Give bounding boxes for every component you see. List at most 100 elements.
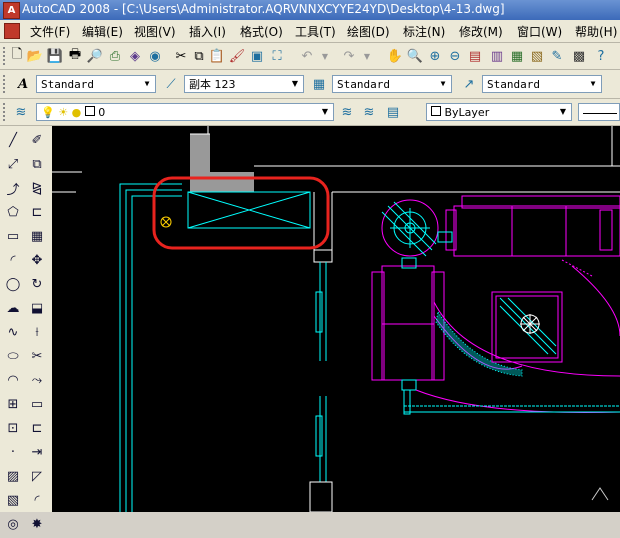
pan-icon[interactable]: ✋ (386, 47, 404, 65)
help-icon[interactable]: ? (592, 47, 610, 65)
menu-modify[interactable]: 修改(M) (459, 23, 503, 40)
layer-states-icon[interactable]: ▤ (384, 103, 402, 121)
rectangle-icon[interactable]: ▭ (2, 226, 24, 246)
zoom-previous-icon[interactable]: ⊖ (446, 47, 464, 65)
layer-manager-icon[interactable]: ≋ (12, 103, 30, 121)
chevron-down-icon: ▼ (440, 79, 446, 88)
design-center-icon[interactable]: ▥ (488, 47, 506, 65)
spline-icon[interactable]: ∿ (2, 322, 24, 342)
chamfer-icon[interactable]: ◸ (26, 466, 48, 486)
menu-file[interactable]: 文件(F) (30, 23, 70, 40)
menu-window[interactable]: 窗口(W) (517, 23, 562, 40)
break-icon[interactable]: ⊏ (26, 418, 48, 438)
paste-icon[interactable]: 📋 (208, 47, 226, 65)
publish-icon[interactable]: ⎙ (106, 47, 124, 65)
mirror-icon[interactable]: ⧎ (26, 178, 48, 198)
line-icon[interactable]: ╱ (2, 130, 24, 150)
cut-icon[interactable]: ✂ (172, 47, 190, 65)
ellipse-arc-icon[interactable]: ◠ (2, 370, 24, 390)
autocad-app-icon[interactable]: A (3, 2, 20, 19)
undo-icon[interactable]: ↶ (298, 47, 316, 65)
layer-color-swatch (84, 106, 95, 116)
trim-icon[interactable]: ✂ (26, 346, 48, 366)
multileader-style-select[interactable]: Standard ▼ (482, 75, 602, 93)
insert-block-icon[interactable]: ⊞ (2, 394, 24, 414)
text-style-select[interactable]: Standard ▼ (36, 75, 156, 93)
new-icon[interactable]: 🗋 (8, 47, 26, 65)
menu-view[interactable]: 视图(V) (134, 23, 176, 40)
fillet-icon[interactable]: ◜ (26, 490, 48, 510)
layer-previous-icon[interactable]: ≋ (360, 103, 378, 121)
move-icon[interactable]: ✥ (26, 250, 48, 270)
open-icon[interactable]: 📂 (26, 47, 44, 65)
make-block-icon[interactable]: ⊡ (2, 418, 24, 438)
construction-line-icon[interactable]: ⤢ (2, 154, 24, 174)
zoom-window-icon[interactable]: ⊕ (426, 47, 444, 65)
make-current-layer-icon[interactable]: ≋ (338, 103, 356, 121)
menu-edit[interactable]: 编辑(E) (82, 23, 123, 40)
join-icon[interactable]: ⇥ (26, 442, 48, 462)
menu-help[interactable]: 帮助(H) (575, 23, 617, 40)
rotate-icon[interactable]: ↻ (26, 274, 48, 294)
polyline-icon[interactable]: ⤴ (2, 178, 24, 198)
menu-insert[interactable]: 插入(I) (189, 23, 226, 40)
document-icon[interactable] (4, 23, 20, 39)
menu-dimension[interactable]: 标注(N) (403, 23, 445, 40)
scale-icon[interactable]: ⬓ (26, 298, 48, 318)
title-bar: A AutoCAD 2008 - [C:\Users\Administrator… (0, 0, 620, 20)
point-icon[interactable]: · (2, 442, 24, 462)
erase-icon[interactable]: ✐ (26, 130, 48, 150)
multileader-style-icon[interactable]: ↗ (460, 75, 478, 93)
offset-icon[interactable]: ⊏ (26, 202, 48, 222)
redo-icon[interactable]: ↷ (340, 47, 358, 65)
lineweight-icon[interactable]: ⛶ (268, 47, 286, 65)
markup-icon[interactable]: ✎ (548, 47, 566, 65)
properties-icon[interactable]: ▤ (466, 47, 484, 65)
quickcalc-icon[interactable]: ▩ (570, 47, 588, 65)
hatch-icon[interactable]: ▨ (2, 466, 24, 486)
wall-line (125, 189, 182, 512)
current-layer-name: 0 (98, 106, 106, 119)
menu-draw[interactable]: 绘图(D) (347, 23, 390, 40)
3d-dwf-icon[interactable]: ◈ (126, 47, 144, 65)
color-select[interactable]: ByLayer ▼ (426, 103, 572, 121)
table-style-icon[interactable]: ▦ (310, 75, 328, 93)
break-at-point-icon[interactable]: ▭ (26, 394, 48, 414)
gradient-icon[interactable]: ▧ (2, 490, 24, 510)
linetype-select[interactable] (578, 103, 620, 121)
array-icon[interactable]: ▦ (26, 226, 48, 246)
etransmit-icon[interactable]: ◉ (146, 47, 164, 65)
explode-icon[interactable]: ✸ (26, 514, 48, 534)
redo-dropdown-icon[interactable]: ▼ (358, 47, 376, 65)
layer-select[interactable]: 💡 ☀ ● 0 ▼ (36, 103, 334, 121)
ellipse-icon[interactable]: ⬭ (2, 346, 24, 366)
save-icon[interactable]: 💾 (46, 47, 64, 65)
toolbar-grip[interactable] (3, 75, 8, 93)
copy-object-icon[interactable]: ⧉ (26, 154, 48, 174)
revision-cloud-icon[interactable]: ☁ (2, 298, 24, 318)
zoom-realtime-icon[interactable]: 🔍 (406, 47, 424, 65)
polygon-icon[interactable]: ⬠ (2, 202, 24, 222)
text-style-icon[interactable]: A (14, 75, 32, 93)
tool-palettes-icon[interactable]: ▦ (508, 47, 526, 65)
menu-format[interactable]: 格式(O) (240, 23, 283, 40)
sofa-arm (599, 209, 613, 251)
copy-icon[interactable]: ⧉ (190, 47, 208, 65)
toolbar-grip[interactable] (3, 103, 8, 121)
drawing-canvas[interactable] (52, 126, 620, 512)
extend-icon[interactable]: ⤳ (26, 370, 48, 390)
plot-icon[interactable]: 🖶 (66, 47, 84, 65)
block-editor-icon[interactable]: ▣ (248, 47, 266, 65)
region-icon[interactable]: ◎ (2, 514, 24, 534)
menu-tools[interactable]: 工具(T) (295, 23, 336, 40)
arc-icon[interactable]: ◜ (2, 250, 24, 270)
sheet-set-icon[interactable]: ▧ (528, 47, 546, 65)
dim-style-select[interactable]: 副本 123 ▼ (184, 75, 304, 93)
table-style-select[interactable]: Standard ▼ (332, 75, 452, 93)
circle-icon[interactable]: ◯ (2, 274, 24, 294)
stretch-icon[interactable]: ⟊ (26, 322, 48, 342)
match-properties-icon[interactable]: 🖌 (228, 47, 246, 65)
dim-style-icon[interactable]: ⟋ (162, 75, 180, 93)
plot-preview-icon[interactable]: 🔎 (86, 47, 104, 65)
undo-dropdown-icon[interactable]: ▼ (316, 47, 334, 65)
